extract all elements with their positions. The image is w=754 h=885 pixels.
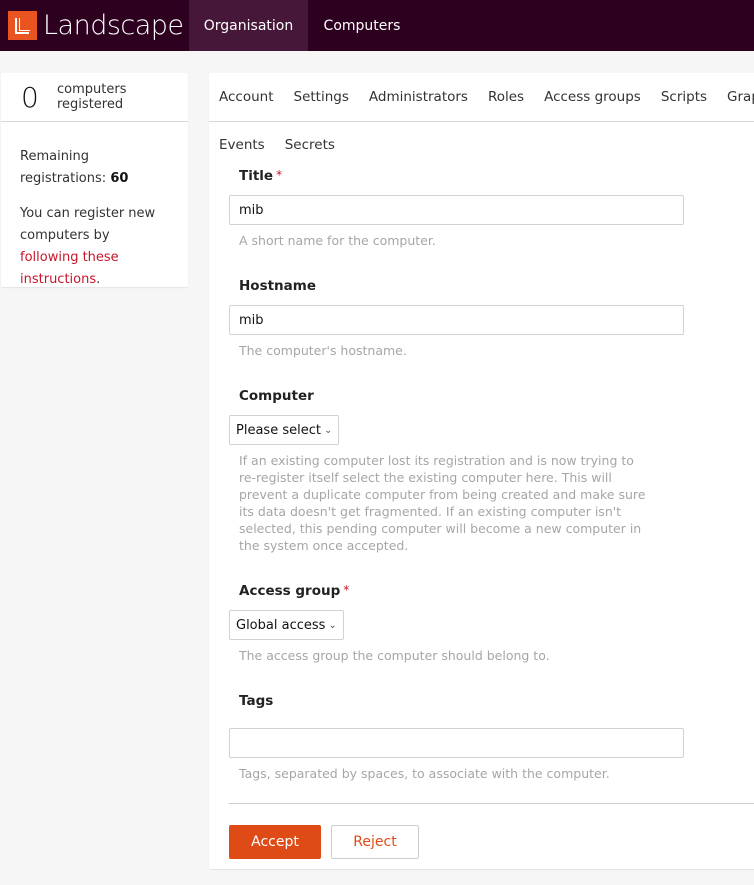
access-group-label: Access group * [229, 583, 684, 605]
tab-scripts[interactable]: Scripts [661, 89, 707, 105]
instructions-link[interactable]: following these instructions [20, 250, 119, 287]
registered-count-label: computers registered [57, 82, 126, 112]
tags-label: Tags [239, 693, 274, 709]
hostname-input[interactable] [229, 305, 684, 335]
remaining-registrations: Remaining registrations: 60 [20, 146, 169, 190]
title-field: Title* A short name for the computer. [229, 168, 684, 249]
chevron-down-icon: ⌄ [323, 424, 333, 436]
computer-help: If an existing computer lost its registr… [239, 453, 646, 553]
computer-form: Title* A short name for the computer. Ho… [229, 168, 684, 782]
registered-count: 0 [21, 80, 39, 114]
tab-events[interactable]: Events [219, 137, 265, 153]
brand-name: Landscape [43, 10, 184, 41]
tab-settings[interactable]: Settings [294, 89, 349, 105]
required-marker: * [276, 168, 283, 182]
tab-roles[interactable]: Roles [488, 89, 524, 105]
register-text: You can register new computers by [20, 206, 156, 243]
required-marker: * [343, 583, 350, 597]
title-label-text: Title [239, 168, 274, 184]
register-suffix: . [96, 272, 101, 287]
tab-secrets[interactable]: Secrets [285, 137, 335, 153]
tab-access-groups[interactable]: Access groups [544, 89, 641, 105]
access-group-label-text: Access group [239, 583, 341, 599]
computer-field: Computer Please select ⌄ If an existing … [229, 388, 684, 554]
remaining-value: 60 [110, 171, 129, 186]
tags-help: Tags, separated by spaces, to associate … [239, 766, 610, 781]
nav-organisation[interactable]: Organisation [189, 0, 308, 51]
count-label-line1: computers [57, 82, 127, 97]
tabs-row-2: Events Secrets [209, 122, 754, 168]
computer-label: Computer [239, 388, 314, 404]
registered-count-header: 0 computers registered [1, 73, 188, 122]
tags-input[interactable] [229, 728, 684, 758]
tab-administrators[interactable]: Administrators [369, 89, 468, 105]
hostname-label: Hostname [239, 278, 317, 294]
access-group-help: The access group the computer should bel… [239, 648, 550, 663]
top-navigation-bar: Landscape Organisation Computers [0, 0, 754, 51]
title-help: A short name for the computer. [239, 233, 436, 248]
remaining-label: Remaining registrations: [20, 149, 107, 186]
access-group-select[interactable]: Global access ⌄ [229, 610, 344, 640]
reject-button[interactable]: Reject [331, 825, 419, 859]
tab-account[interactable]: Account [219, 89, 274, 105]
tabs-row-1: Account Settings Administrators Roles Ac… [209, 73, 754, 122]
landscape-logo-icon [8, 11, 37, 40]
tags-field: Tags Tags, separated by spaces, to assoc… [229, 693, 684, 782]
count-label-line2: registered [57, 97, 124, 112]
register-instructions: You can register new computers by follow… [20, 203, 169, 291]
tab-graphs[interactable]: Graphs [727, 89, 754, 105]
registration-summary-card: 0 computers registered Remaining registr… [1, 73, 188, 287]
access-group-select-value: Global access [236, 617, 326, 633]
pending-computer-form-card: Account Settings Administrators Roles Ac… [209, 73, 754, 869]
title-label: Title * [229, 168, 684, 190]
accept-button[interactable]: Accept [229, 825, 321, 859]
computer-select-value: Please select [236, 422, 321, 438]
access-group-field: Access group * Global access ⌄ The access… [229, 583, 684, 664]
brand[interactable]: Landscape [0, 0, 189, 51]
computer-select[interactable]: Please select ⌄ [229, 415, 340, 445]
nav-computers[interactable]: Computers [308, 0, 416, 51]
hostname-field: Hostname The computer's hostname. [229, 278, 684, 359]
hostname-help: The computer's hostname. [239, 343, 407, 358]
form-divider [229, 803, 754, 804]
title-input[interactable] [229, 195, 684, 225]
chevron-down-icon: ⌄ [328, 619, 337, 631]
